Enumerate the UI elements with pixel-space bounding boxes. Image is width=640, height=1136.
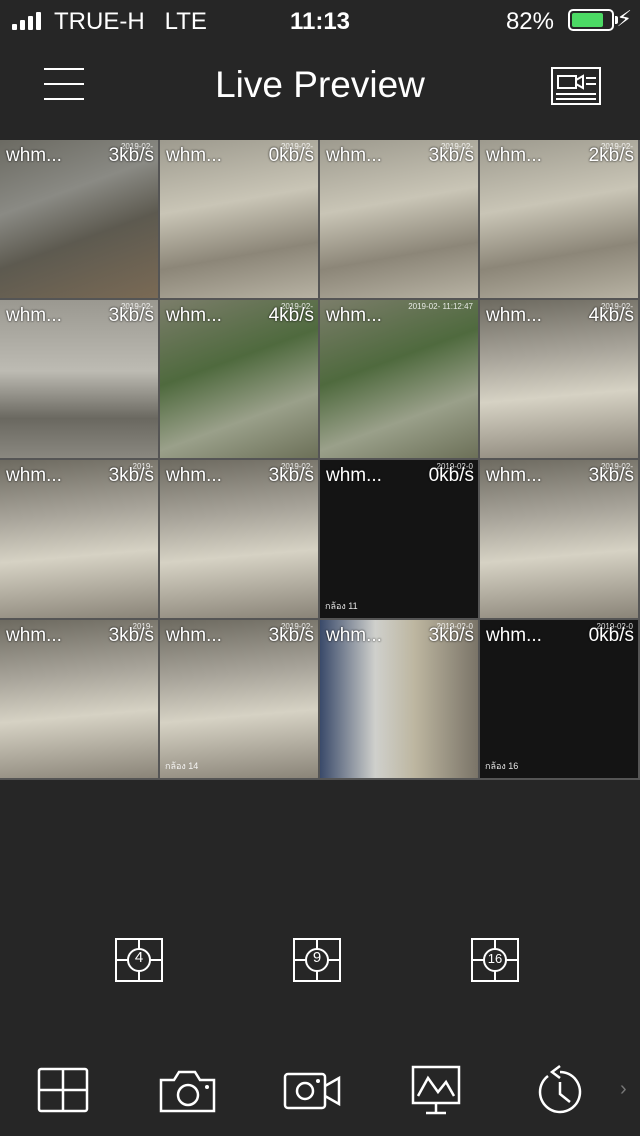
video-channel-14[interactable]: 2019-02- whm... 3kb/s กล้อง 14 bbox=[160, 620, 318, 778]
display-chart-icon[interactable] bbox=[410, 1060, 470, 1120]
video-channel-6[interactable]: 2019-02- whm... 4kb/s bbox=[160, 300, 318, 458]
split-9-icon[interactable]: 9 bbox=[293, 938, 341, 982]
channel-bitrate: 3kb/s bbox=[268, 625, 314, 646]
channel-name: whm... bbox=[166, 465, 222, 486]
split-16-label: 16 bbox=[487, 951, 503, 966]
channel-bitrate: 3kb/s bbox=[428, 625, 474, 646]
channel-name: whm... bbox=[6, 305, 62, 326]
toolbar-more-icon[interactable]: › bbox=[620, 1078, 627, 1101]
split-9-label: 9 bbox=[312, 949, 322, 966]
channel-label: กล้อง 11 bbox=[325, 601, 358, 611]
record-video-icon[interactable] bbox=[282, 1060, 342, 1120]
channel-bitrate: 3kb/s bbox=[428, 145, 474, 166]
video-channel-11[interactable]: 2019-02-0 whm... 0kb/s กล้อง 11 bbox=[320, 460, 478, 618]
channel-name: whm... bbox=[486, 305, 542, 326]
channel-label: กล้อง 14 bbox=[165, 761, 199, 771]
video-channel-9[interactable]: 2019- whm... 3kb/s bbox=[0, 460, 158, 618]
grid-icon-svg bbox=[37, 1067, 89, 1113]
video-channel-8[interactable]: 2019-02- whm... 4kb/s bbox=[480, 300, 638, 458]
split-16-icon[interactable]: 16 bbox=[471, 938, 519, 982]
channel-name: whm... bbox=[166, 145, 222, 166]
camera-list-svg bbox=[551, 67, 601, 105]
video-grid: 2019-02- whm... 3kb/s 2019-02- whm... 0kb/s 20… bbox=[0, 140, 640, 780]
channel-bitrate: 4kb/s bbox=[588, 305, 634, 326]
grid-icon[interactable] bbox=[36, 1060, 96, 1120]
channel-bitrate: 3kb/s bbox=[108, 145, 154, 166]
video-channel-13[interactable]: 2019- whm... 3kb/s bbox=[0, 620, 158, 778]
channel-bitrate: 3kb/s bbox=[108, 305, 154, 326]
video-channel-4[interactable]: 2019-02- whm... 2kb/s bbox=[480, 140, 638, 298]
navigation-bar: Live Preview bbox=[0, 40, 640, 136]
network-type: LTE bbox=[164, 8, 207, 35]
video-channel-12[interactable]: 2019-02- whm... 3kb/s bbox=[480, 460, 638, 618]
channel-bitrate: 0kb/s bbox=[588, 625, 634, 646]
channel-name: whm... bbox=[6, 465, 62, 486]
battery-percent: 82% bbox=[505, 8, 554, 35]
channel-bitrate: 0kb/s bbox=[428, 465, 474, 486]
channel-name: whm... bbox=[486, 625, 542, 646]
channel-name: whm... bbox=[6, 625, 62, 646]
carrier-name: TRUE-H bbox=[54, 8, 145, 35]
battery-icon bbox=[568, 9, 618, 31]
channel-name: whm... bbox=[6, 145, 62, 166]
status-time: 11:13 bbox=[289, 8, 351, 35]
channel-bitrate: 4kb/s bbox=[268, 305, 314, 326]
status-bar: TRUE-H LTE 11:13 82% ⚡ bbox=[0, 0, 640, 40]
battery-fill bbox=[572, 13, 603, 27]
menu-icon[interactable] bbox=[44, 68, 84, 102]
video-channel-2[interactable]: 2019-02- whm... 0kb/s bbox=[160, 140, 318, 298]
video-channel-5[interactable]: 2019-02- whm... 3kb/s bbox=[0, 300, 158, 458]
video-channel-3[interactable]: 2019-02- whm... 3kb/s bbox=[320, 140, 478, 298]
camera-list-icon[interactable] bbox=[550, 66, 602, 106]
signal-strength-icon bbox=[12, 12, 41, 30]
split-4-label: 4 bbox=[134, 949, 144, 966]
split-4-icon[interactable]: 4 bbox=[115, 938, 163, 982]
channel-name: whm... bbox=[486, 145, 542, 166]
channel-label: กล้อง 16 bbox=[485, 761, 519, 771]
bolt-icon: ⚡ bbox=[616, 6, 632, 31]
channel-bitrate: 2kb/s bbox=[588, 145, 634, 166]
channel-name: whm... bbox=[326, 465, 382, 486]
display-chart-svg bbox=[411, 1065, 461, 1115]
record-video-svg bbox=[283, 1072, 341, 1110]
channel-bitrate: 3kb/s bbox=[108, 465, 154, 486]
channel-bitrate: 0kb/s bbox=[268, 145, 314, 166]
channel-date: 2019-02- 11:12:47 bbox=[408, 302, 473, 311]
channel-bitrate: 3kb/s bbox=[108, 625, 154, 646]
video-channel-10[interactable]: 2019-02- whm... 3kb/s bbox=[160, 460, 318, 618]
playback-clock-icon[interactable] bbox=[532, 1060, 592, 1120]
video-channel-15[interactable]: 2019-02-0 whm... 3kb/s bbox=[320, 620, 478, 778]
playback-clock-svg bbox=[538, 1065, 582, 1114]
channel-name: whm... bbox=[486, 465, 542, 486]
channel-bitrate: 3kb/s bbox=[588, 465, 634, 486]
video-channel-16[interactable]: 2019-02-0 whm... 0kb/s กล้อง 16 bbox=[480, 620, 638, 778]
channel-name: whm... bbox=[326, 145, 382, 166]
channel-bitrate: 3kb/s bbox=[268, 465, 314, 486]
channel-name: whm... bbox=[326, 625, 382, 646]
carrier-label: TRUE-H LTE bbox=[54, 8, 207, 36]
video-channel-7[interactable]: 2019-02- 11:12:47 whm... bbox=[320, 300, 478, 458]
page-title: Live Preview bbox=[215, 64, 425, 105]
channel-name: whm... bbox=[166, 625, 222, 646]
snapshot-camera-icon[interactable] bbox=[158, 1060, 218, 1120]
video-channel-1[interactable]: 2019-02- whm... 3kb/s bbox=[0, 140, 158, 298]
channel-name: whm... bbox=[326, 305, 382, 326]
channel-name: whm... bbox=[166, 305, 222, 326]
page-title-wrap: Live Preview bbox=[0, 64, 640, 106]
snapshot-camera-svg bbox=[159, 1070, 216, 1113]
